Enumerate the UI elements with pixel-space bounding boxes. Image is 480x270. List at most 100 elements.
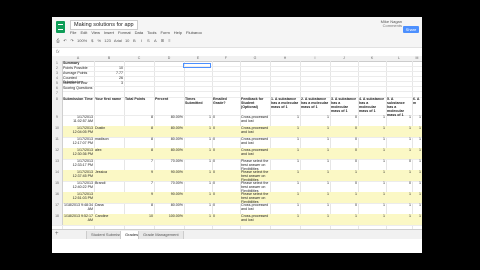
- emailed-grade[interactable]: 0: [213, 126, 239, 130]
- question-score[interactable]: 1: [387, 192, 411, 196]
- column-header-B[interactable]: B: [94, 56, 124, 60]
- summary-label[interactable]: Points Possible: [63, 66, 93, 70]
- menu-format[interactable]: Format: [118, 30, 131, 35]
- percent[interactable]: 70.00%: [155, 159, 183, 163]
- row-number[interactable]: 15: [52, 181, 63, 192]
- question-score[interactable]: 1: [331, 192, 357, 196]
- column-title[interactable]: 1. A substance has a molecular mass of 1: [271, 97, 299, 109]
- question-score[interactable]: 0: [331, 148, 357, 152]
- row-number[interactable]: 12: [52, 148, 63, 159]
- row-number[interactable]: 8: [52, 97, 63, 115]
- question-score[interactable]: 0: [331, 159, 357, 163]
- column-title[interactable]: Total Points: [125, 97, 153, 101]
- toolbar-button-1[interactable]: ↶: [63, 38, 67, 43]
- column-header-H[interactable]: H: [270, 56, 300, 60]
- question-score[interactable]: 1: [359, 181, 385, 185]
- submission-time[interactable]: 1/17/2013 12:30:36 PM: [63, 148, 93, 156]
- row-number[interactable]: 14: [52, 170, 63, 181]
- column-header-I[interactable]: I: [300, 56, 330, 60]
- column-title[interactable]: 2. A substance has a molecular mass of 1: [301, 97, 329, 109]
- toolbar-button-0[interactable]: ⎙: [56, 38, 60, 43]
- percent[interactable]: 90.00%: [155, 170, 183, 174]
- question-score[interactable]: 1: [359, 126, 385, 130]
- submission-time[interactable]: 1/18/2013 9:48:34 AM: [63, 203, 93, 211]
- row-number[interactable]: 18: [52, 214, 63, 225]
- row-number[interactable]: 9: [52, 115, 63, 126]
- first-name[interactable]: Dana: [95, 203, 123, 207]
- row-number[interactable]: 10: [52, 126, 63, 137]
- menu-view[interactable]: View: [91, 30, 100, 35]
- question-score[interactable]: 0: [331, 137, 357, 141]
- feedback[interactable]: Cross-processed and lost: [241, 126, 269, 134]
- total-points[interactable]: 7: [125, 159, 153, 163]
- percent[interactable]: 90.00%: [155, 192, 183, 196]
- question-score[interactable]: 1: [301, 170, 329, 174]
- column-title[interactable]: Times Submitted: [185, 97, 211, 105]
- question-score[interactable]: 1: [413, 148, 421, 152]
- toolbar-button-11[interactable]: S: [146, 38, 150, 43]
- summary-label[interactable]: Average Points: [63, 71, 93, 75]
- times-submitted[interactable]: 1: [185, 214, 211, 218]
- percent[interactable]: 80.00%: [155, 115, 183, 119]
- question-score[interactable]: 1: [271, 148, 299, 152]
- question-score[interactable]: 1: [271, 126, 299, 130]
- question-score[interactable]: 1: [301, 148, 329, 152]
- percent[interactable]: 70.00%: [155, 181, 183, 185]
- question-score[interactable]: 0: [331, 126, 357, 130]
- question-score[interactable]: 1: [413, 214, 421, 218]
- emailed-grade[interactable]: 0: [213, 203, 239, 207]
- question-score[interactable]: 0: [387, 159, 411, 163]
- feedback[interactable]: Cross-processed and lost: [241, 203, 269, 211]
- feedback[interactable]: Cross-processed and lost: [241, 148, 269, 156]
- selected-cell[interactable]: [183, 63, 211, 68]
- question-score[interactable]: 1: [271, 170, 299, 174]
- summary-label[interactable]: Scoring Questions: [63, 86, 93, 90]
- question-score[interactable]: 1: [387, 203, 411, 207]
- document-title[interactable]: Making solutions for app: [70, 20, 138, 30]
- summary-label[interactable]: Number of Low: [63, 81, 93, 85]
- question-score[interactable]: 1: [301, 192, 329, 196]
- formula-bar[interactable]: fx: [52, 47, 422, 56]
- sheets-logo-icon[interactable]: [56, 21, 65, 33]
- submission-time[interactable]: 1/17/2013 11:02:57 AM: [63, 115, 93, 123]
- percent[interactable]: 80.00%: [155, 137, 183, 141]
- question-score[interactable]: 0: [387, 181, 411, 185]
- question-score[interactable]: 1: [271, 137, 299, 141]
- summary-value[interactable]: 26: [95, 76, 123, 80]
- question-score[interactable]: 0: [331, 181, 357, 185]
- feedback[interactable]: Cross-processed and lost: [241, 137, 269, 145]
- percent[interactable]: 100.00%: [155, 214, 183, 218]
- toolbar-button-6[interactable]: 123: [104, 38, 111, 43]
- table-row[interactable]: 8 Submission Time Your first name Total Poi…: [52, 97, 422, 117]
- question-score[interactable]: 1: [301, 159, 329, 163]
- question-score[interactable]: 1: [359, 115, 385, 119]
- column-title[interactable]: Feedback for Student (Optional): [241, 97, 269, 109]
- toolbar-button-2[interactable]: ↷: [70, 38, 74, 43]
- times-submitted[interactable]: 1: [185, 192, 211, 196]
- toolbar-button-4[interactable]: $: [90, 38, 94, 43]
- question-score[interactable]: 1: [387, 170, 411, 174]
- menu-help[interactable]: Help: [174, 30, 182, 35]
- column-title[interactable]: 4. A substance has a molecular mass of 1: [359, 97, 385, 113]
- submission-time[interactable]: 1/18/2013 9:52:17 AM: [63, 214, 93, 222]
- column-header-M[interactable]: M: [412, 56, 422, 60]
- column-header-K[interactable]: K: [358, 56, 386, 60]
- column-title[interactable]: Emailed Grade?: [213, 97, 239, 105]
- times-submitted[interactable]: 1: [185, 203, 211, 207]
- total-points[interactable]: 9: [125, 192, 153, 196]
- column-title[interactable]: Percent: [155, 97, 183, 101]
- column-header-G[interactable]: G: [240, 56, 270, 60]
- question-score[interactable]: 1: [271, 192, 299, 196]
- summary-value[interactable]: 10: [95, 66, 123, 70]
- submission-time[interactable]: 1/17/2013 12:04:05 PM: [63, 126, 93, 134]
- total-points[interactable]: 8: [125, 115, 153, 119]
- menu-data[interactable]: Data: [135, 30, 143, 35]
- first-name[interactable]: Caroline: [95, 214, 123, 218]
- question-score[interactable]: 1: [359, 192, 385, 196]
- question-score[interactable]: 1: [413, 170, 421, 174]
- first-name[interactable]: Brandi: [95, 181, 123, 185]
- menu-edit[interactable]: Edit: [80, 30, 87, 35]
- menu-insert[interactable]: Insert: [104, 30, 114, 35]
- question-score[interactable]: 1: [387, 126, 411, 130]
- total-points[interactable]: 9: [125, 170, 153, 174]
